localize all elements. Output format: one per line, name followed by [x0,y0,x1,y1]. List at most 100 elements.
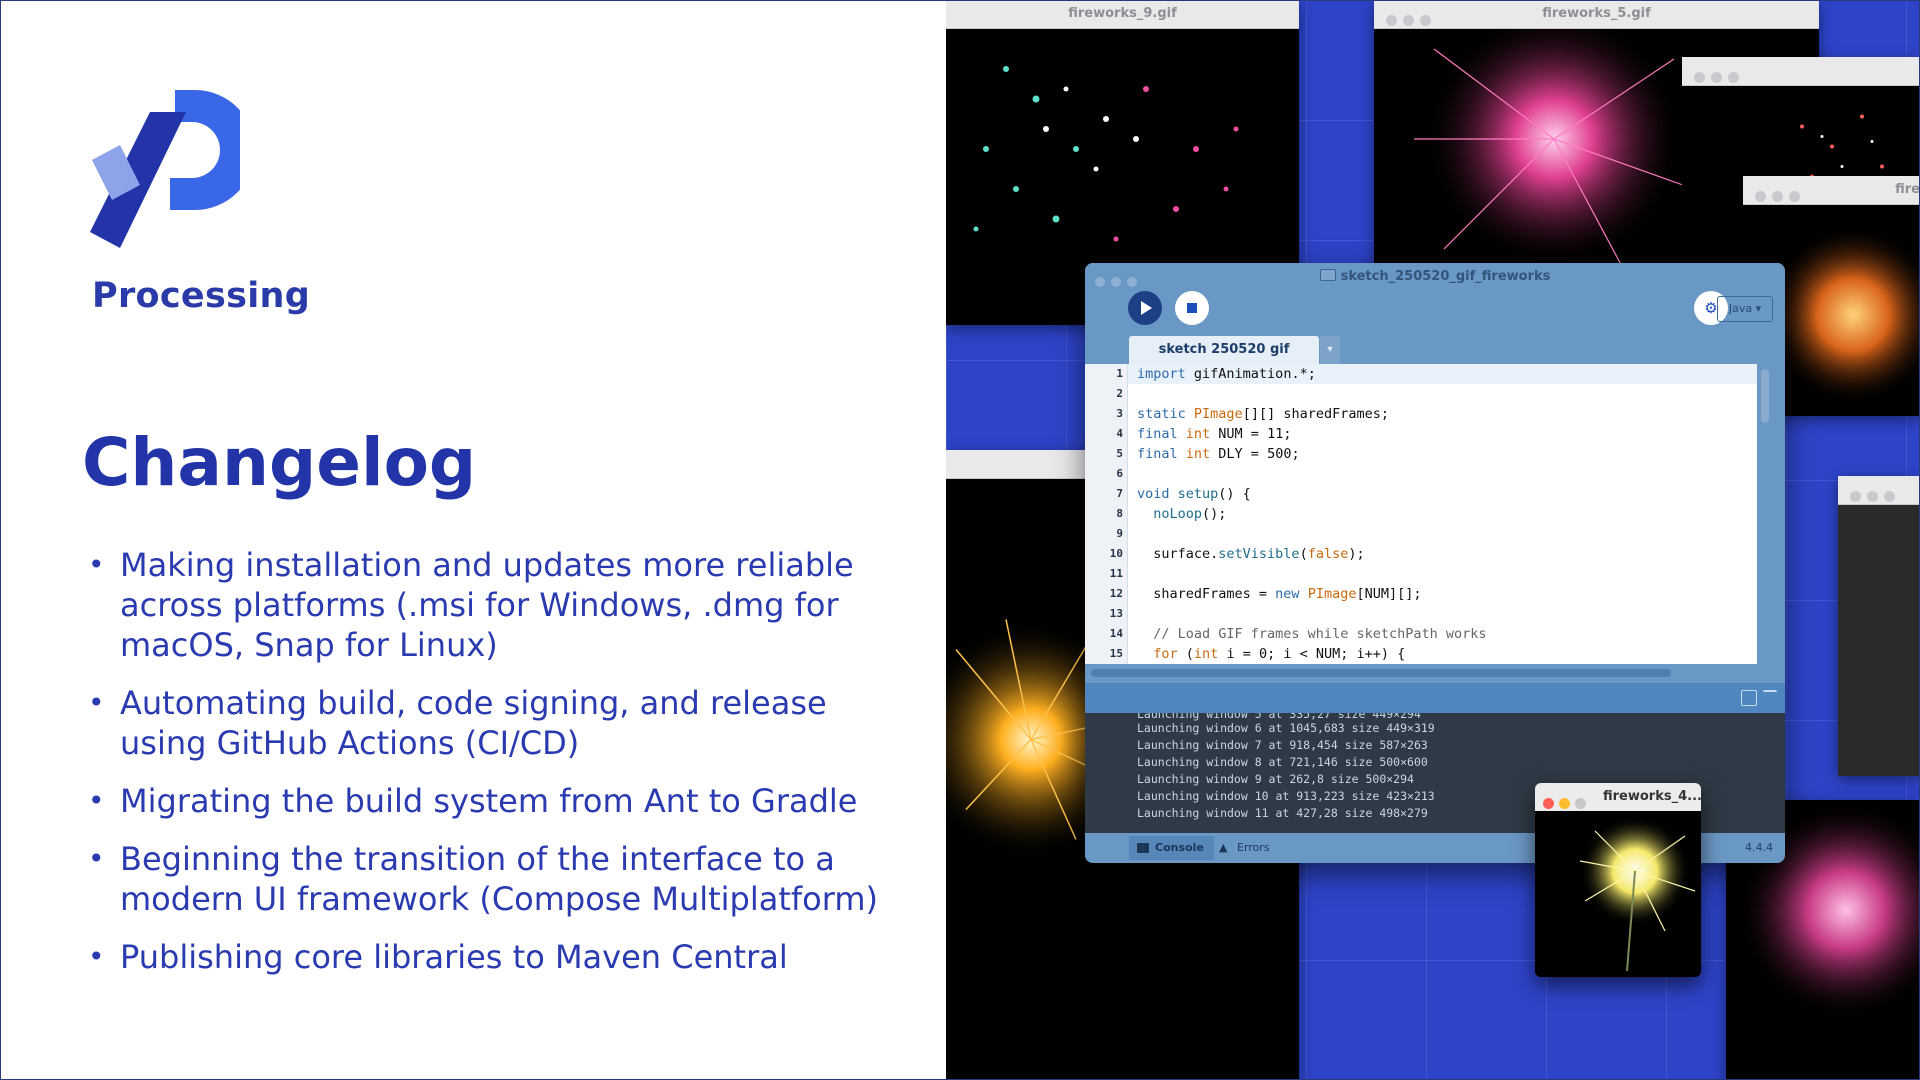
line-number: 15 [1109,647,1123,660]
code-token: int [1185,446,1211,462]
code-token: for [1153,646,1178,662]
code-token: DLY = 500; [1210,446,1300,462]
run-button[interactable] [1128,291,1162,325]
gif-window-edge-mid[interactable] [1838,476,1920,776]
tab-sketch[interactable]: sketch 250520 gif fireworks [1129,336,1319,385]
errors-tab[interactable]: Errors [1211,836,1280,860]
console-line: Launching window 8 at 721,146 size 500×6… [1137,755,1428,769]
zoom-icon[interactable] [1575,798,1586,809]
code-line: noLoop(); [1137,506,1226,522]
code-line: void setup() { [1137,486,1251,502]
code-token: NUM = 11; [1210,426,1292,442]
code-token: PImage [1193,406,1243,422]
changelog-item: Automating build, code signing, and rele… [88,683,888,763]
changelog-list: Making installation and updates more rel… [88,545,888,995]
code-token: gifAnimation.*; [1185,366,1316,382]
minimize-icon[interactable] [1559,798,1570,809]
console-line: Launching window 5 at 335,27 size 449×29… [1137,713,1421,721]
clear-icon[interactable] [1763,690,1777,706]
code-line: static PImage[][] sharedFrames; [1137,406,1389,422]
line-number: 11 [1109,567,1123,580]
code-token: static [1137,406,1194,422]
code-token: new [1275,586,1308,602]
window-title: fire [1743,176,1920,205]
window-title-text: fire [1895,182,1920,197]
stop-button[interactable] [1175,291,1209,325]
line-number: 8 [1116,507,1123,520]
code-line: final int NUM = 11; [1137,426,1291,442]
window-title: fireworks_9.gif [946,0,1299,29]
page-title: Changelog [82,424,477,501]
line-number: 7 [1116,487,1123,500]
window-title: fireworks_5.gif [1374,0,1819,29]
processing-logo-icon [90,90,240,248]
code-token: PImage [1307,586,1357,602]
ide-window-title: sketch_250520_gif_fireworks [1085,269,1785,284]
code-editor[interactable]: 1 2 3 4 5 6 7 8 9 10 11 12 13 14 15 impo… [1085,364,1757,664]
line-number: 5 [1116,447,1123,460]
console-line: Launching window 9 at 262,8 size 500×294 [1137,772,1414,786]
mode-select[interactable]: Java ▾ [1717,296,1773,322]
line-number: 1 [1116,367,1123,380]
code-comment: // Load GIF frames while sketchPath work… [1137,626,1487,642]
tab-menu-button[interactable]: ▾ [1320,336,1340,364]
firework-image [1579,816,1696,972]
close-icon[interactable] [1543,798,1554,809]
code-token: void [1137,486,1178,502]
line-number: 12 [1109,587,1123,600]
code-token: setup [1177,486,1219,502]
editor-horizontal-scrollbar[interactable] [1091,669,1671,677]
code-line: final int DLY = 500; [1137,446,1300,462]
processing-ide-window: sketch_250520_gif_fireworks ⚙ Java ▾ ske… [1085,263,1785,863]
code-token: noLoop [1153,506,1203,522]
brand-name: Processing [92,276,311,316]
changelog-item: Beginning the transition of the interfac… [88,839,888,919]
window-controls[interactable] [1850,485,1901,513]
console-line: Launching window 11 at 427,28 size 498×2… [1137,806,1428,820]
gif-window-fireworks-4[interactable]: fireworks_4... [1535,783,1701,977]
window-bar [1838,476,1920,505]
code-token: final [1137,446,1186,462]
console-tab[interactable]: Console [1129,836,1214,860]
editor-vertical-scrollbar[interactable] [1761,369,1769,423]
window-title-text: fireworks_4... [1603,789,1701,804]
line-number: 10 [1109,547,1123,560]
ide-titlebar: sketch_250520_gif_fireworks [1085,263,1785,291]
code-token: final [1137,426,1186,442]
console-line: Launching window 6 at 1045,683 size 449×… [1137,721,1435,735]
copy-icon[interactable] [1741,690,1757,706]
console-line: Launching window 10 at 913,223 size 423×… [1137,789,1435,803]
version-label: 4.4.4 [1745,841,1773,854]
code-token: () { [1218,486,1251,502]
code-token: i = 0; i < NUM; i++) { [1218,646,1406,662]
console-toolbar [1085,683,1785,713]
line-number: 14 [1109,627,1123,640]
code-token: setVisible [1218,546,1300,562]
line-number: 3 [1116,407,1123,420]
code-line: import gifAnimation.*; [1137,366,1316,382]
folder-icon [1319,269,1336,281]
code-token: false [1307,546,1349,562]
window-bar [1682,57,1920,86]
window-title-text: fireworks_5.gif [1542,6,1651,21]
code-token: sharedFrames = [1137,586,1276,602]
code-token: int [1185,426,1211,442]
code-token: (); [1202,506,1227,522]
code-token: ( [1177,646,1194,662]
code-token: ( [1299,546,1308,562]
code-line: for (int i = 0; i < NUM; i++) { [1137,646,1405,662]
console-line: Launching window 7 at 918,454 size 587×2… [1137,738,1428,752]
line-number: 6 [1116,467,1123,480]
slide-left-panel: Processing Changelog Making installation… [0,0,946,1080]
line-number: 2 [1116,387,1123,400]
code-token: surface. [1137,546,1219,562]
window-title-text: sketch_250520_gif_fireworks [1340,269,1551,284]
changelog-item: Migrating the build system from Ant to G… [88,781,888,821]
code-line: surface.setVisible(false); [1137,546,1365,562]
window-title: fireworks_4... [1535,783,1701,811]
code-token: import [1137,366,1186,382]
line-number: 13 [1109,607,1123,620]
code-token: ); [1348,546,1365,562]
